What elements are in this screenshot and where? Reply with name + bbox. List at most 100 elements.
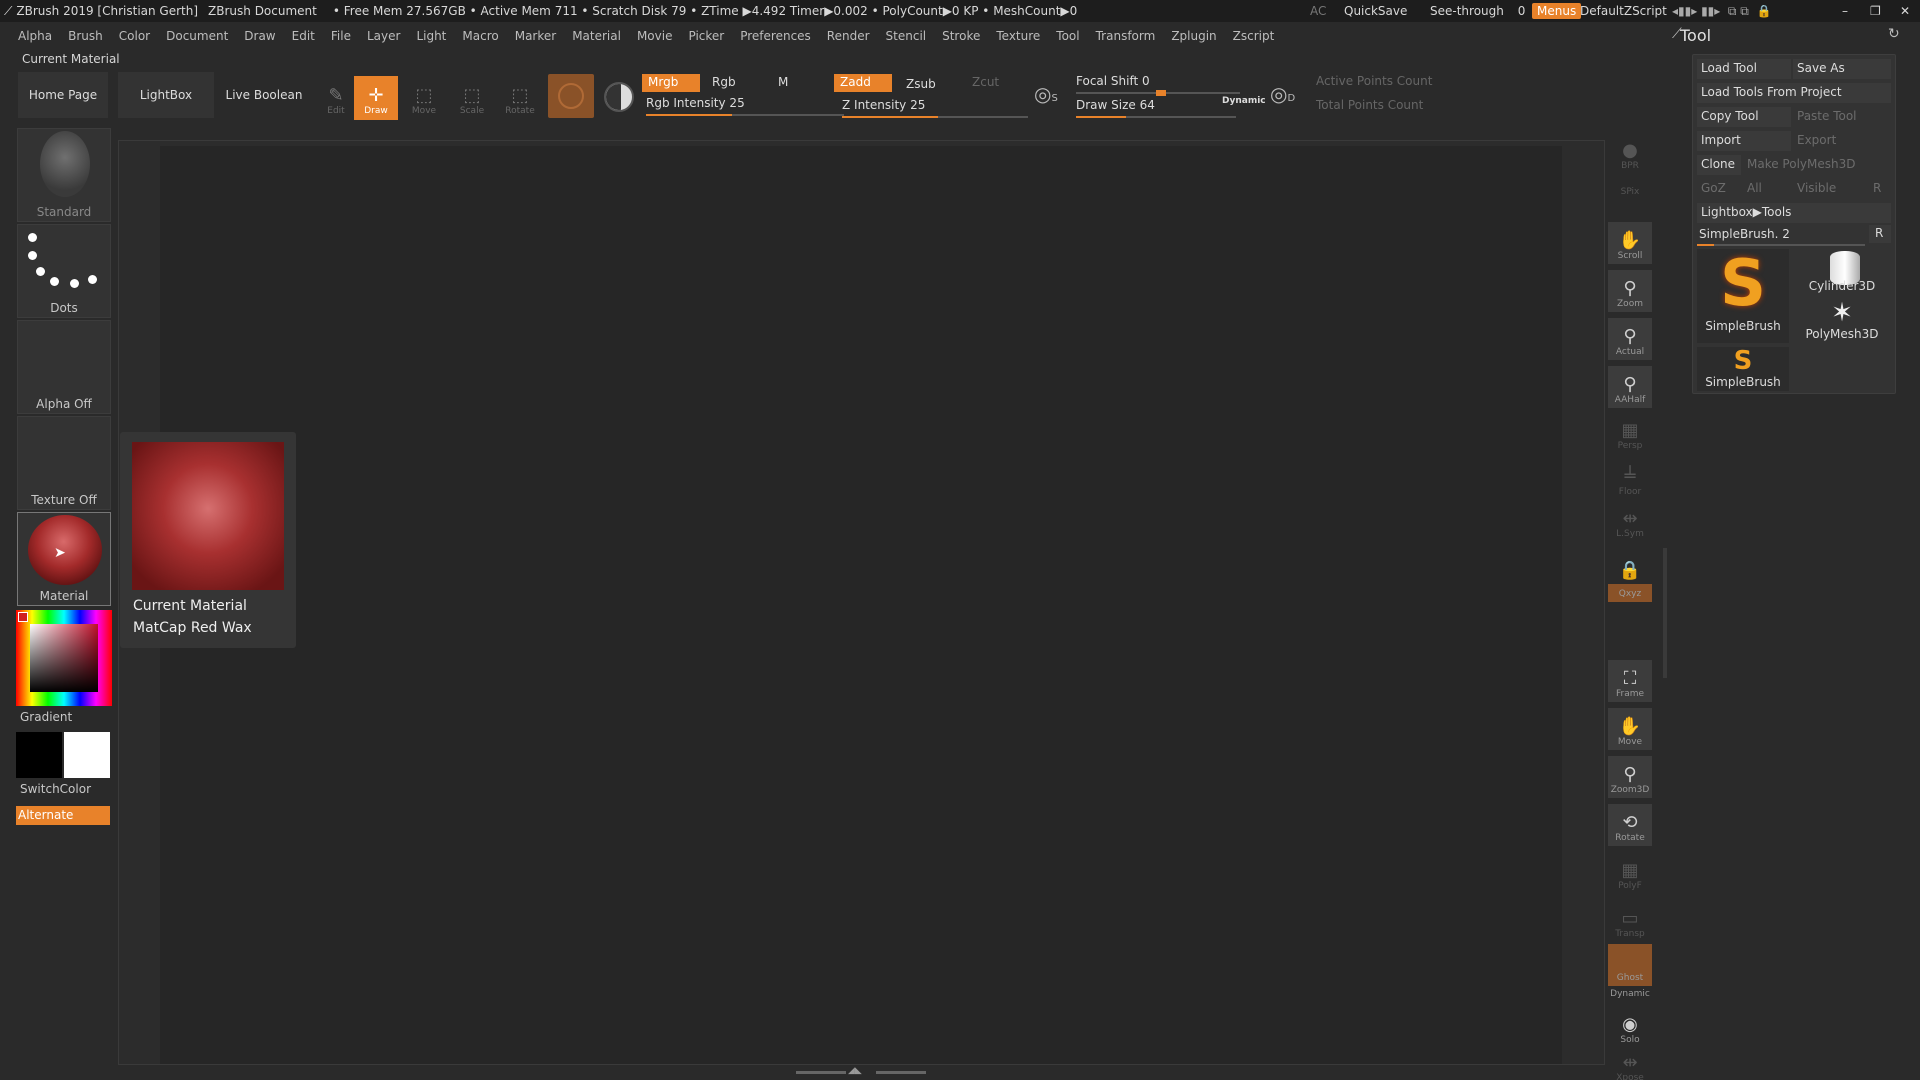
shelf-bpr-button[interactable]: ● BPR [1608, 132, 1652, 174]
lightbox-tools-button[interactable]: Lightbox▶Tools [1697, 203, 1891, 223]
material-swatch-button[interactable] [548, 74, 594, 118]
draw-size-slider[interactable] [1076, 116, 1236, 118]
texture-selector[interactable]: Texture Off [17, 416, 111, 510]
stroke-selector[interactable]: Dots [17, 224, 111, 318]
shelf-floor-button[interactable]: ╧ Floor [1608, 458, 1652, 500]
color-picker[interactable] [16, 610, 112, 706]
menu-macro[interactable]: Macro [462, 29, 498, 43]
refresh-icon[interactable]: ↻ [1888, 26, 1900, 42]
document-canvas[interactable] [160, 146, 1562, 1064]
menu-preferences[interactable]: Preferences [740, 29, 811, 43]
shelf-actual-button[interactable]: ⚲ Actual [1608, 318, 1652, 360]
shelf-zoom3d-button[interactable]: ⚲ Zoom3D [1608, 756, 1652, 798]
shelf-rotate-button[interactable]: ⟲ Rotate [1608, 804, 1652, 846]
cylinder3d-thumb[interactable]: Cylinder3D [1793, 249, 1891, 295]
zsub-toggle[interactable]: Zsub [900, 76, 942, 94]
shelf-move-button[interactable]: ✋ Move [1608, 708, 1652, 750]
menu-brush[interactable]: Brush [68, 29, 103, 43]
mrgb-toggle[interactable]: Mrgb [642, 74, 700, 92]
right-shelf-scrollbar[interactable] [1663, 548, 1667, 678]
menu-material[interactable]: Material [572, 29, 621, 43]
menu-picker[interactable]: Picker [688, 29, 724, 43]
simplebrush-thumb[interactable]: S SimpleBrush [1697, 249, 1789, 343]
polymesh3d-thumb[interactable]: ✶ PolyMesh3D [1793, 299, 1891, 345]
maximize-icon[interactable]: ❐ [1870, 4, 1881, 18]
clone-button[interactable]: Clone [1697, 155, 1741, 175]
home-page-button[interactable]: Home Page [18, 72, 108, 118]
copy-tool-button[interactable]: Copy Tool [1697, 107, 1791, 127]
make-polymesh3d-button[interactable]: Make PolyMesh3D [1743, 155, 1891, 175]
shelf-icon-9-button[interactable]: 🔒 [1608, 542, 1652, 584]
shelf-spix-button[interactable]: SPix [1608, 182, 1652, 200]
menu-light[interactable]: Light [416, 29, 446, 43]
paste-tool-button[interactable]: Paste Tool [1793, 107, 1891, 127]
menu-draw[interactable]: Draw [244, 29, 275, 43]
alpha-selector[interactable]: Alpha Off [17, 320, 111, 414]
move-mode-button[interactable]: ⬚ Move [402, 76, 446, 120]
menu-render[interactable]: Render [827, 29, 870, 43]
shelf-transp-button[interactable]: ▭ Transp [1608, 900, 1652, 942]
see-through-slider[interactable]: See-through 0 [1430, 4, 1535, 18]
draw-mode-button[interactable]: ✛ Draw [354, 76, 398, 120]
gradient-label[interactable]: Gradient [20, 710, 72, 724]
save-as-button[interactable]: Save As [1793, 59, 1891, 79]
shelf-xpose-button[interactable]: ⇹ Xpose [1608, 1044, 1652, 1080]
scale-mode-button[interactable]: ⬚ Scale [450, 76, 494, 120]
ac-label[interactable]: AC [1310, 4, 1326, 18]
window-layout-icons[interactable]: ◂▮▮▸ ▮▮▸ ⧉ ⧉ 🔒 [1672, 4, 1771, 19]
import-button[interactable]: Import [1697, 131, 1791, 151]
menu-alpha[interactable]: Alpha [18, 29, 52, 43]
shelf-persp-button[interactable]: ▦ Persp [1608, 412, 1652, 454]
export-button[interactable]: Export [1793, 131, 1891, 151]
alternate-button[interactable]: Alternate [16, 806, 110, 825]
menu-tool[interactable]: Tool [1056, 29, 1079, 43]
menu-texture[interactable]: Texture [996, 29, 1040, 43]
menu-zscript[interactable]: Zscript [1233, 29, 1275, 43]
menu-edit[interactable]: Edit [292, 29, 315, 43]
shelf-solo-button[interactable]: ◉ Solo [1608, 1006, 1652, 1048]
shelf-polyf-button[interactable]: ▦ PolyF [1608, 852, 1652, 894]
s-target-icon[interactable]: ◎S [1034, 82, 1064, 112]
menu-document[interactable]: Document [166, 29, 228, 43]
switchcolor-button[interactable]: SwitchColor [20, 782, 91, 796]
secondary-color-swatch[interactable] [16, 732, 62, 778]
tool-r-button[interactable]: R [1869, 225, 1891, 243]
goz-r-button[interactable]: R [1869, 179, 1891, 199]
shelf-frame-button[interactable]: ⛶ Frame [1608, 660, 1652, 702]
z-intensity-slider[interactable] [842, 116, 1028, 118]
rgb-toggle[interactable]: Rgb [706, 74, 742, 92]
shelf-l-sym-button[interactable]: ⇹ L.Sym [1608, 500, 1652, 542]
simplebrush-slider[interactable] [1697, 244, 1865, 246]
close-icon[interactable]: ✕ [1900, 4, 1910, 18]
menu-layer[interactable]: Layer [367, 29, 400, 43]
brush-selector[interactable]: Standard [17, 128, 111, 222]
simplebrush-thumb-small[interactable]: S SimpleBrush [1697, 347, 1789, 391]
load-tools-from-project-button[interactable]: Load Tools From Project [1697, 83, 1891, 103]
menus-button[interactable]: Menus [1532, 3, 1582, 19]
tool-palette-title[interactable]: Tool [1680, 26, 1711, 45]
shelf-zoom-button[interactable]: ⚲ Zoom [1608, 270, 1652, 312]
live-boolean-button[interactable]: Live Boolean [218, 72, 310, 118]
menu-transform[interactable]: Transform [1096, 29, 1156, 43]
goz-all-button[interactable]: All [1743, 179, 1787, 199]
zadd-toggle[interactable]: Zadd [834, 74, 892, 92]
primary-color-swatch[interactable] [64, 732, 110, 778]
menu-file[interactable]: File [331, 29, 351, 43]
zcut-toggle[interactable]: Zcut [966, 74, 1005, 92]
material-selector[interactable]: ➤ Material [17, 512, 111, 606]
default-zscript-button[interactable]: DefaultZScript [1580, 4, 1667, 18]
dynamic-toggle[interactable]: Dynamic [1222, 96, 1266, 106]
menu-color[interactable]: Color [119, 29, 150, 43]
focal-shift-slider[interactable] [1076, 90, 1240, 96]
shelf-qxyz-button[interactable]: Qxyz [1608, 584, 1652, 602]
shelf-ghost-button[interactable]: Ghost [1608, 944, 1652, 986]
quicksave-button[interactable]: QuickSave [1344, 4, 1407, 18]
shelf-dynamic-button[interactable]: Dynamic [1608, 984, 1652, 1002]
menu-stroke[interactable]: Stroke [942, 29, 980, 43]
shelf-scroll-button[interactable]: ✋ Scroll [1608, 222, 1652, 264]
edit-mode-button[interactable]: ✎ Edit [314, 76, 358, 120]
m-toggle[interactable]: M [772, 74, 794, 92]
minimize-icon[interactable]: – [1842, 4, 1848, 18]
menu-stencil[interactable]: Stencil [886, 29, 927, 43]
load-tool-button[interactable]: Load Tool [1697, 59, 1791, 79]
